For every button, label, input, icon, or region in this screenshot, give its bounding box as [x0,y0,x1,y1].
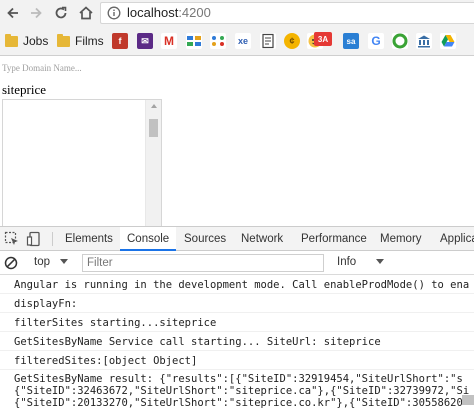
browser-toolbar: localhost:4200 [0,0,474,26]
dropdown-caret-icon [60,259,68,265]
bookmark-folder-films[interactable]: Films [57,33,104,49]
scrollbar-thumb[interactable] [149,119,158,137]
address-bar[interactable]: localhost:4200 [100,2,474,24]
url-text: localhost:4200 [127,5,211,21]
device-toolbar-icon[interactable] [26,231,42,247]
console-message: Angular is running in the development mo… [0,276,474,294]
folder-icon [5,33,18,47]
home-button[interactable] [75,2,97,24]
google-icon[interactable]: G [368,33,384,49]
tab-network[interactable]: Network [241,227,283,251]
back-arrow-icon [7,7,18,19]
3a-bookmark-icon[interactable]: 3A [314,32,332,46]
autocomplete-listbox[interactable] [2,99,162,227]
dots-bookmark-icon[interactable] [210,33,226,49]
bookmarks-bar: Jobs Films f ✉ M xe ¢ 3A sa G [0,26,474,56]
console-filter-input[interactable] [82,254,324,272]
grid-bookmark-icon[interactable] [186,33,202,49]
toolbar-divider [52,232,53,246]
listbox-scrollbar[interactable] [145,100,161,227]
drive-bookmark-icon[interactable] [440,33,456,49]
page-content: siteprice [0,57,474,227]
entered-site-text: siteprice [2,82,47,97]
reload-icon [55,6,67,19]
home-icon [79,6,93,20]
console-scrollbar-thumb[interactable] [462,395,474,405]
xe-icon[interactable]: xe [235,33,251,49]
console-message: GetSitesByName Service call starting... … [0,333,474,351]
bookmark-label: Jobs [23,34,49,48]
console-filter-bar: top Info [0,252,474,275]
context-label: top [34,256,50,268]
context-selector[interactable]: top [34,256,68,268]
tab-memory[interactable]: Memory [380,227,422,251]
console-message: filterSites starting...siteprice [0,314,474,332]
log-level-selector[interactable]: Info [337,256,385,268]
tab-application[interactable]: Applica [440,227,474,251]
tab-console[interactable]: Console [120,227,177,251]
inspect-element-icon[interactable] [4,231,20,247]
reload-button[interactable] [50,2,72,24]
console-message: displayFn: [0,295,474,313]
bookmark-folder-jobs[interactable]: Jobs [5,33,48,49]
folder-icon [57,33,70,47]
clear-console-icon[interactable] [3,255,19,271]
back-button[interactable] [2,2,24,24]
tab-sources[interactable]: Sources [184,227,226,251]
bookmark-label: Films [75,34,104,48]
result-line: {"SiteID":20133270,"SiteUrlShort":"sitep… [14,397,463,409]
console-output: Angular is running in the development mo… [0,276,474,409]
result-line: GetSitesByName result: {"results":[{"Sit… [14,373,463,385]
url-port: :4200 [178,5,211,20]
devtools-panel: Elements Console Sources Network Perform… [0,226,474,409]
mail-bookmark-icon[interactable]: ✉ [137,33,153,49]
dropdown-caret-icon [376,259,385,265]
sa-bookmark-icon[interactable]: sa [343,33,359,49]
tab-elements[interactable]: Elements [65,227,113,251]
bank-bookmark-icon[interactable] [416,33,432,49]
forward-button[interactable] [25,2,47,24]
console-result-message: GetSitesByName result: {"results":[{"Sit… [0,371,474,409]
gmail-icon[interactable]: M [161,33,177,49]
log-level-label: Info [337,256,357,268]
domain-search-input[interactable] [2,61,202,75]
result-line: {"SiteID":32463672,"SiteUrlShort":"sitep… [14,385,470,397]
scroll-up-arrow-icon[interactable] [151,104,157,108]
devtools-tab-bar: Elements Console Sources Network Perform… [0,227,474,251]
console-message: filteredSites:[object Object] [0,352,474,370]
info-icon[interactable] [107,6,121,20]
coin-bookmark-icon[interactable]: ¢ [284,33,300,49]
url-host: localhost [127,5,179,20]
red-bookmark-icon[interactable]: f [112,33,128,49]
forward-arrow-icon [31,7,42,19]
green-ring-bookmark-icon[interactable] [392,33,408,49]
doc-bookmark-icon[interactable] [260,33,276,49]
tab-performance[interactable]: Performance [301,227,367,251]
